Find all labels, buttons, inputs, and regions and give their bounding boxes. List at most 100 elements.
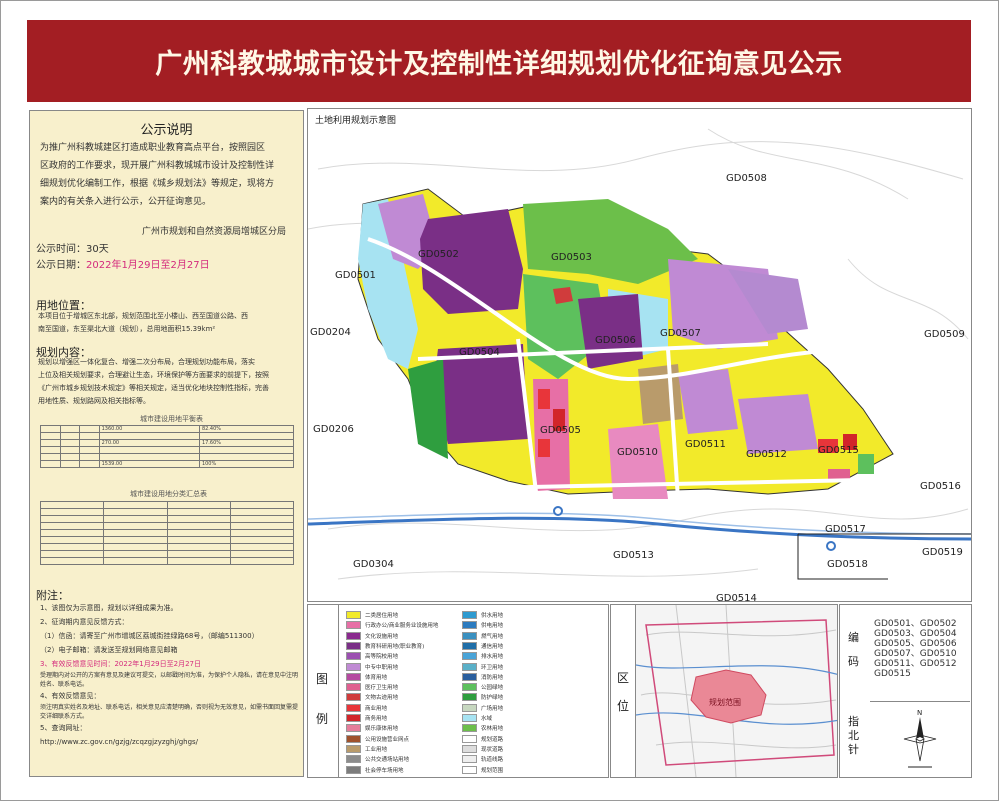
table-cell xyxy=(103,550,168,558)
legend-side-bottom: 例 xyxy=(316,712,329,726)
code-list: GD0501、GD0502 GD0503、GD0504 GD0505、GD050… xyxy=(874,619,966,679)
legend-swatch xyxy=(462,693,477,702)
map-code-label: GD0206 xyxy=(313,424,354,435)
legend-swatch xyxy=(462,672,477,681)
map-code-label: GD0514 xyxy=(716,593,757,602)
legend-item: 现状道路 xyxy=(462,744,503,753)
table-row xyxy=(40,432,295,440)
appendix-item: 1、该图仅为示意图，规划以详细成果为准。 xyxy=(40,604,178,612)
legend-item: 排水用地 xyxy=(462,652,504,661)
content-line: 上位及相关规划要求，合理避让生态，环境保护等方面要求的前提下，按照 xyxy=(38,371,269,379)
table-cell xyxy=(229,550,295,558)
table-row xyxy=(39,508,295,516)
legend-swatch xyxy=(462,611,477,619)
table-cell xyxy=(59,446,81,454)
legend-label: 消防用地 xyxy=(481,674,504,681)
map-code-label: GD0304 xyxy=(353,559,394,570)
table-cell xyxy=(39,557,105,565)
table-cell xyxy=(166,550,231,558)
legend-label: 供水用地 xyxy=(481,613,504,619)
table-cell: 270.00 xyxy=(98,439,200,447)
appendix-item: 3、有效反馈意见时间：2022年1月29日至2月27日 xyxy=(40,660,201,668)
legend-item: 供水用地 xyxy=(462,611,503,619)
table-cell xyxy=(229,543,295,551)
table-cell xyxy=(39,522,105,530)
table-cell xyxy=(59,460,81,468)
table-cell xyxy=(79,425,100,433)
table-cell xyxy=(40,432,61,440)
table-cell xyxy=(79,460,100,468)
table-row xyxy=(39,536,295,544)
legend-label: 医疗卫生用地 xyxy=(365,685,399,692)
table-cell xyxy=(39,515,105,523)
table-cell xyxy=(166,536,231,544)
legend-label: 文物古迹用地 xyxy=(365,695,399,702)
legend-swatch xyxy=(346,672,361,681)
table-cell: 82.40% xyxy=(198,425,295,433)
table-cell xyxy=(59,453,81,461)
legend-item: 轨道线路 xyxy=(462,755,503,764)
legend-label: 环卫用地 xyxy=(481,664,504,671)
table-cell xyxy=(40,460,61,468)
table-cell: 1360.00 xyxy=(98,425,200,433)
north-side-bottom: 针 xyxy=(848,743,859,756)
table-cell xyxy=(79,432,100,440)
table-cell xyxy=(79,446,100,454)
appendix-url[interactable]: http://www.zc.gov.cn/gzjg/zcqzgjzyzghj/g… xyxy=(40,735,300,749)
legend-side: 图 例 xyxy=(308,605,339,777)
legend-item: 燃气用地 xyxy=(462,631,504,640)
code-panel: 编 码 指 北 针 GD0501、GD0502 GD0503、GD0504 GD… xyxy=(839,604,972,778)
map-code-label: GD0510 xyxy=(617,447,658,458)
appendix-item: （1）信函：请寄至广州市增城区荔城街挂绿路68号，（邮编511300） xyxy=(40,632,259,640)
table-cell xyxy=(103,508,168,516)
location-line: 本项目位于增城区东北部，规划范围北至小楼山、西至国道公路、西 xyxy=(38,312,248,320)
land-use-map[interactable]: 土地利用规划示意图 GD0508 GD0502 GD0503 GD0501 GD… xyxy=(307,108,972,602)
legend-label: 防护绿地 xyxy=(481,695,504,702)
legend-label: 燃气用地 xyxy=(481,633,504,640)
appendix-item: 2、征询期内意见反馈方式： xyxy=(40,618,129,626)
code-list-line: GD0505、GD0506 xyxy=(874,639,957,649)
legend-label: 公园绿地 xyxy=(481,685,504,692)
code-divider xyxy=(870,701,970,702)
legend-label: 商务用地 xyxy=(365,716,388,722)
issuer: 广州市规划和自然资源局增城区分局 xyxy=(142,227,287,237)
legend-item: 医疗卫生用地 xyxy=(346,683,399,692)
table-row xyxy=(40,446,295,454)
land-balance-table: 1360.00 82.40% 270.00 17.60% 1539.00 100% xyxy=(40,425,295,468)
legend-item: 商业用地 xyxy=(346,703,387,712)
table-cell xyxy=(103,515,168,523)
location-side: 区 位 xyxy=(611,605,636,777)
legend-label: 广场用地 xyxy=(481,705,504,712)
table-row: 1360.00 82.40% xyxy=(40,425,295,433)
content-line: 用地性质、规划路网及相关指标等。 xyxy=(38,397,150,405)
legend-swatch xyxy=(462,765,477,774)
legend-label: 行政办公/商业服务业设施用地 xyxy=(365,623,439,630)
legend-swatch xyxy=(462,683,477,692)
notice-panel: 公示说明 为推广州科教城建区打造成职业教育高点平台，按照园区 区政府的工作要求，… xyxy=(29,110,304,777)
table-cell xyxy=(39,508,105,516)
table-cell xyxy=(40,446,61,454)
land-classification-table xyxy=(39,501,295,565)
legend-item: 高等院校用地 xyxy=(346,652,398,661)
code-list-line: GD0501、GD0502 xyxy=(874,619,957,629)
code-side-bottom: 码 xyxy=(848,655,859,668)
legend-swatch xyxy=(462,724,477,733)
legend-swatch xyxy=(346,744,361,753)
legend-swatch xyxy=(346,703,361,712)
legend-label: 水域 xyxy=(481,716,493,722)
map-code-label: GD0501 xyxy=(335,270,376,281)
table-cell xyxy=(98,432,200,440)
legend-item: 消防用地 xyxy=(462,672,504,681)
table-cell xyxy=(103,536,168,544)
table-cell xyxy=(166,529,231,537)
table-cell xyxy=(229,522,295,530)
legend-item: 二类居住用地 xyxy=(346,611,398,619)
legend-item: 防护绿地 xyxy=(462,693,504,702)
table-cell xyxy=(39,536,105,544)
table-cell xyxy=(229,529,295,537)
legend-swatch xyxy=(346,693,361,702)
legend-label: 排水用地 xyxy=(481,654,504,661)
legend-label: 公共交通场站用地 xyxy=(365,757,410,764)
table-cell xyxy=(198,432,295,440)
table-cell xyxy=(166,557,231,565)
